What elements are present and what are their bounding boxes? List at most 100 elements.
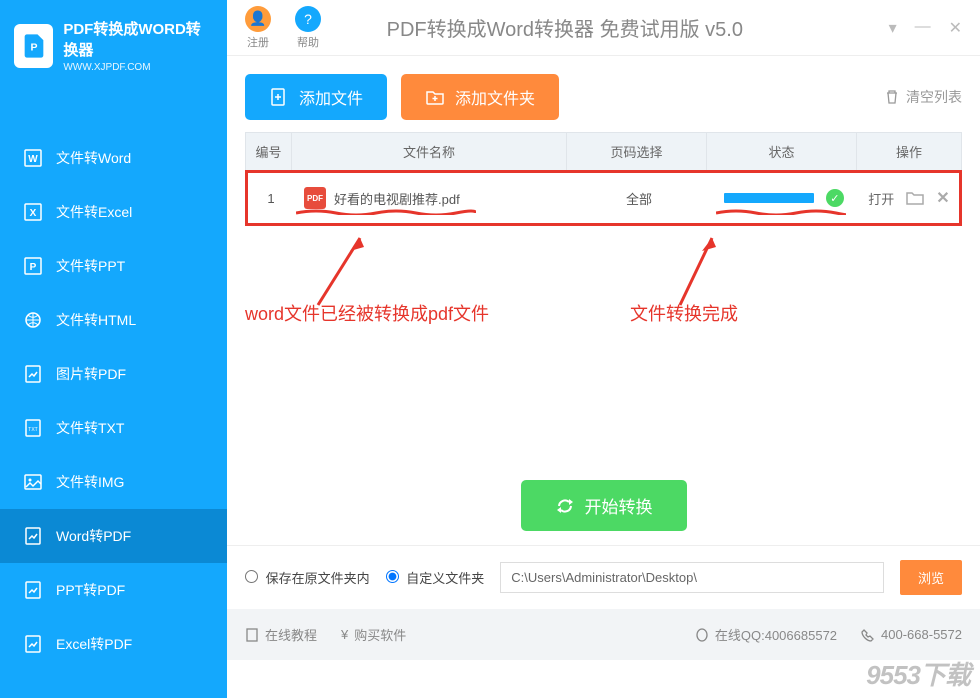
annotation-left: word文件已经被转换成pdf文件: [245, 300, 489, 326]
header-page: 页码选择: [567, 133, 707, 170]
sidebar-item-label: Word转PDF: [56, 526, 131, 546]
progress-bar: [724, 193, 814, 203]
svg-text:P: P: [30, 41, 37, 53]
footer: 在线教程 ¥ 购买软件 在线QQ:4006685572 400-668-5572: [227, 609, 980, 660]
svg-text:TXT: TXT: [28, 427, 37, 433]
annotation-arrow: [310, 233, 370, 313]
buy-link[interactable]: ¥ 购买软件: [341, 625, 406, 644]
svg-text:P: P: [30, 262, 37, 273]
cell-idx: 1: [248, 191, 294, 206]
excel-icon: X: [24, 203, 42, 221]
sidebar-item-img[interactable]: 文件转IMG: [0, 455, 227, 509]
file-plus-icon: [269, 87, 289, 107]
refresh-icon: [555, 496, 575, 516]
ppt-icon: P: [24, 257, 42, 275]
image-icon: [24, 473, 42, 491]
sidebar-item-img2pdf[interactable]: 图片转PDF: [0, 347, 227, 401]
clear-list-label: 清空列表: [906, 87, 962, 107]
folder-icon[interactable]: [906, 191, 924, 205]
pdf-icon: [24, 365, 42, 383]
sidebar-item-html[interactable]: 文件转HTML: [0, 293, 227, 347]
header-name: 文件名称: [292, 133, 567, 170]
tutorial-link[interactable]: 在线教程: [245, 625, 317, 644]
pdf-icon: [24, 635, 42, 653]
sidebar-item-label: 文件转TXT: [56, 418, 124, 438]
sidebar-item-ppt2pdf[interactable]: PPT转PDF: [0, 563, 227, 617]
annotation-right: 文件转换完成: [630, 300, 738, 326]
sidebar-item-ppt[interactable]: P 文件转PPT: [0, 239, 227, 293]
logo-subtitle: WWW.XJPDF.COM: [63, 62, 213, 73]
table-row[interactable]: 1 PDF 好看的电视剧推荐.pdf 全部 ✓ 打开 ✕: [248, 173, 959, 223]
nav: W 文件转Word X 文件转Excel P 文件转PPT 文件转HTML 图片转PD…: [0, 91, 227, 698]
highlighted-row-border: 1 PDF 好看的电视剧推荐.pdf 全部 ✓ 打开 ✕: [245, 170, 962, 226]
save-in-source-radio[interactable]: 保存在原文件夹内: [245, 568, 370, 587]
start-label: 开始转换: [585, 493, 653, 518]
open-link[interactable]: 打开: [868, 189, 894, 208]
cell-page[interactable]: 全部: [569, 189, 709, 208]
window-controls: ▾ — ✕: [889, 18, 962, 38]
logo: P PDF转换成WORD转换器 WWW.XJPDF.COM: [0, 0, 227, 91]
start-convert-button[interactable]: 开始转换: [521, 480, 687, 531]
word-icon: W: [24, 149, 42, 167]
sidebar-item-label: 文件转Word: [56, 148, 131, 168]
add-folder-label: 添加文件夹: [455, 85, 535, 109]
sidebar-item-txt[interactable]: TXT 文件转TXT: [0, 401, 227, 455]
pdf-file-icon: PDF: [304, 187, 326, 209]
phone-icon: [861, 628, 875, 642]
header-action: 操作: [857, 133, 961, 170]
sidebar-item-label: PPT转PDF: [56, 580, 125, 600]
annotation-arrow: [672, 233, 722, 313]
clear-list-button[interactable]: 清空列表: [884, 87, 962, 107]
cell-filename: 好看的电视剧推荐.pdf: [334, 189, 460, 208]
yen-icon: ¥: [341, 627, 348, 642]
pdf-icon: [24, 581, 42, 599]
svg-text:X: X: [30, 208, 37, 219]
add-file-label: 添加文件: [299, 85, 363, 109]
watermark: 9553下载: [866, 655, 970, 692]
add-file-button[interactable]: 添加文件: [245, 74, 387, 120]
sidebar-item-label: 图片转PDF: [56, 364, 126, 384]
book-icon: [245, 628, 259, 642]
minimize-icon[interactable]: —: [915, 18, 931, 38]
main: 👤 注册 ? 帮助 PDF转换成Word转换器 免费试用版 v5.0 ▾ — ✕…: [227, 0, 980, 698]
logo-title: PDF转换成WORD转换器: [63, 18, 213, 60]
file-table: 编号 文件名称 页码选择 状态 操作 1 PDF 好看的电视剧推荐.pdf 全部…: [245, 132, 962, 226]
sidebar: P PDF转换成WORD转换器 WWW.XJPDF.COM W 文件转Word X…: [0, 0, 227, 698]
trash-icon: [884, 89, 900, 105]
titlebar: 👤 注册 ? 帮助 PDF转换成Word转换器 免费试用版 v5.0 ▾ — ✕: [227, 0, 980, 56]
start-row: 开始转换: [227, 466, 980, 545]
sidebar-item-label: Excel转PDF: [56, 634, 132, 654]
sidebar-item-word2pdf[interactable]: Word转PDF: [0, 509, 227, 563]
globe-icon: [24, 311, 42, 329]
dropdown-icon[interactable]: ▾: [889, 18, 897, 38]
sidebar-item-label: 文件转HTML: [56, 310, 136, 330]
save-path-input[interactable]: [500, 562, 884, 593]
cell-status: ✓: [709, 189, 859, 207]
window-title: PDF转换成Word转换器 免费试用版 v5.0: [265, 13, 865, 42]
logo-icon: P: [14, 24, 53, 68]
sidebar-item-excel[interactable]: X 文件转Excel: [0, 185, 227, 239]
sidebar-item-label: 文件转Excel: [56, 202, 132, 222]
qq-icon: [695, 628, 709, 642]
close-icon[interactable]: ✕: [949, 18, 962, 38]
save-row: 保存在原文件夹内 自定义文件夹 浏览: [227, 545, 980, 609]
save-custom-radio[interactable]: 自定义文件夹: [386, 568, 485, 587]
sidebar-item-label: 文件转IMG: [56, 472, 124, 492]
txt-icon: TXT: [24, 419, 42, 437]
check-icon: ✓: [826, 189, 844, 207]
toolbar: 添加文件 添加文件夹 清空列表: [227, 56, 980, 132]
folder-plus-icon: [425, 87, 445, 107]
phone-info[interactable]: 400-668-5572: [861, 627, 962, 642]
qq-info[interactable]: 在线QQ:4006685572: [695, 625, 837, 644]
sidebar-item-word[interactable]: W 文件转Word: [0, 131, 227, 185]
sidebar-item-excel2pdf[interactable]: Excel转PDF: [0, 617, 227, 671]
header-idx: 编号: [246, 133, 292, 170]
browse-button[interactable]: 浏览: [900, 560, 962, 595]
pdf-icon: [24, 527, 42, 545]
table-header: 编号 文件名称 页码选择 状态 操作: [245, 132, 962, 171]
header-status: 状态: [707, 133, 857, 170]
remove-icon[interactable]: ✕: [936, 188, 949, 208]
add-folder-button[interactable]: 添加文件夹: [401, 74, 559, 120]
svg-text:W: W: [28, 154, 38, 165]
sidebar-item-label: 文件转PPT: [56, 256, 125, 276]
